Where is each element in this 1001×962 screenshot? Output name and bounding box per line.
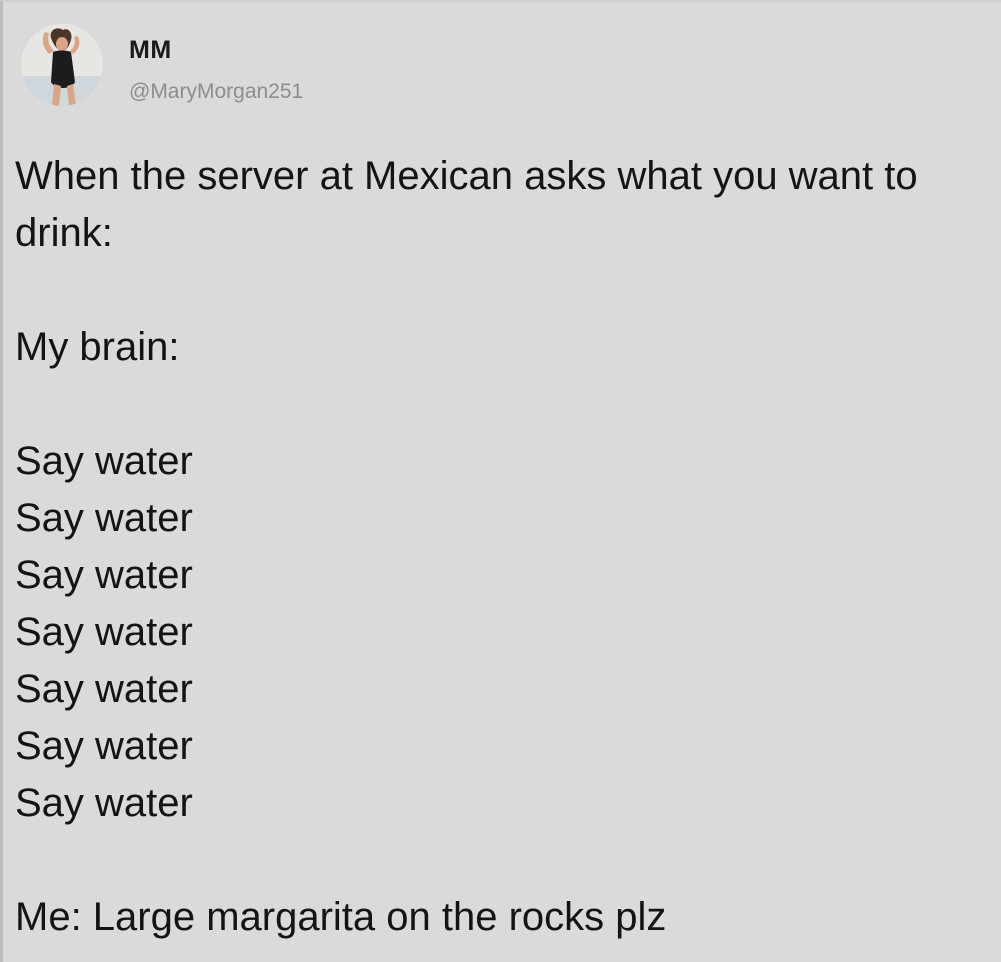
tweet-line-intro-1: When the server at Mexican asks what you… xyxy=(15,154,918,198)
tweet-text: When the server at Mexican asks what you… xyxy=(15,148,1000,946)
tweet-header: MM @MaryMorgan251 xyxy=(13,22,613,122)
tweet-line-say-water: Say water xyxy=(15,781,193,825)
tweet-line-intro-2: drink: xyxy=(15,211,113,255)
user-handle[interactable]: @MaryMorgan251 xyxy=(129,80,303,104)
avatar-photo-icon xyxy=(21,24,103,106)
tweet-line-say-water: Say water xyxy=(15,439,193,483)
display-name[interactable]: MM xyxy=(129,36,172,65)
tweet-line-say-water: Say water xyxy=(15,610,193,654)
tweet-line-punchline: Me: Large margarita on the rocks plz xyxy=(15,895,667,939)
tweet-line-say-water: Say water xyxy=(15,496,193,540)
tweet-line-brain: My brain: xyxy=(15,325,180,369)
tweet-line-say-water: Say water xyxy=(15,724,193,768)
avatar[interactable] xyxy=(21,24,103,106)
tweet-card: MM @MaryMorgan251 When the server at Mex… xyxy=(0,0,1001,962)
tweet-line-say-water: Say water xyxy=(15,553,193,597)
tweet-line-say-water: Say water xyxy=(15,667,193,711)
